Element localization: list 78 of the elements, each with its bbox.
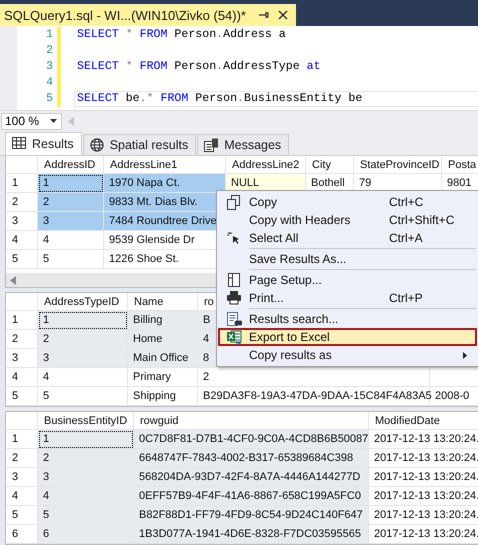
table-cell: Main Office (128, 349, 198, 368)
caret-icon (50, 119, 57, 123)
table-cell: 4 (38, 231, 104, 250)
table-cell: 5 (38, 250, 104, 269)
row-header: 5 (6, 250, 38, 269)
line-number: 1 (45, 27, 53, 43)
table-cell: 2017-12-13 13:20:24. (369, 468, 478, 487)
table-cell: 1B3D077A-1941-4D6E-8328-F7DC03595565 (134, 525, 369, 544)
line-number: 4 (45, 75, 53, 91)
menu-item[interactable]: Print... Ctrl+P (218, 289, 477, 307)
excel-icon (227, 330, 242, 344)
column-header[interactable]: AddressID (38, 156, 104, 174)
document-tab[interactable]: SQLQuery1.sql - WI...(WIN10\Zivko (54))* (0, 4, 296, 26)
table-cell: 4 (38, 368, 128, 387)
search-document-icon (227, 312, 242, 326)
results-tab[interactable]: Results (5, 132, 82, 155)
message-document-icon (204, 138, 218, 152)
row-header: 5 (6, 387, 38, 406)
table-cell: Primary (128, 368, 198, 387)
table-cell: 2 (198, 368, 430, 387)
menu-item[interactable]: Page Setup... (218, 271, 477, 289)
line-number: 5 (45, 91, 53, 107)
table-cell: 3 (38, 212, 104, 231)
table-cell: 1 (38, 430, 134, 449)
results-tab[interactable]: Messages (197, 134, 290, 155)
row-header: 4 (6, 231, 38, 250)
grid-icon (12, 137, 26, 151)
row-header: 4 (6, 368, 38, 387)
table-cell: 5 (38, 506, 134, 525)
table-cell: 3 (38, 349, 128, 368)
zoom-dropdown[interactable]: 100 % (1, 112, 62, 130)
printer-icon (227, 290, 242, 306)
table-cell: 2017-12-13 13:20:24. (369, 525, 478, 544)
table-cell: 1 (38, 311, 128, 330)
table-cell: B29DA3F8-19A3-47DA-9DAA-15C84F4A83A5 (198, 387, 430, 406)
column-header[interactable]: BusinessEntityID (38, 412, 134, 430)
table-cell: 0C7D8F81-D7B1-4CF0-9C0A-4CD8B6B50087 (134, 430, 369, 449)
table-cell: 3 (38, 468, 134, 487)
table-cell: 1970 Napa Ct. (104, 174, 226, 193)
column-header[interactable]: StateProvinceID (354, 156, 442, 174)
close-icon[interactable] (278, 10, 288, 20)
table-cell: B82F88D1-FF79-4FD9-8C54-9D24C140F647 (134, 506, 369, 525)
pin-icon[interactable] (259, 10, 269, 20)
line-number: 3 (45, 59, 53, 75)
table-cell: 2 (38, 193, 104, 212)
code-line: SELECT be.* FROM Person.BusinessEntity be (77, 92, 362, 105)
table-cell: 568204DA-93D7-42F4-8A7A-4446A144277D (134, 468, 369, 487)
column-header[interactable]: AddressLine2 (226, 156, 306, 174)
table-cell: 6648747F-7843-4002-B317-65389684C398 (134, 449, 369, 468)
line-number: 2 (45, 43, 53, 59)
table-cell: 0EFF57B9-4F4F-41A6-8867-658C199A5FC0 (134, 487, 369, 506)
table-cell: 4 (38, 487, 134, 506)
menu-item[interactable]: Export to Excel (218, 328, 477, 346)
column-header[interactable]: AddressLine1 (104, 156, 226, 174)
table-cell: 2 (38, 449, 134, 468)
column-header[interactable]: AddressTypeID (38, 293, 128, 311)
table-cell: 2 (38, 330, 128, 349)
table-cell: Home (128, 330, 198, 349)
column-header[interactable]: City (306, 156, 354, 174)
table-cell: 2017-12-13 13:20:24. (369, 430, 478, 449)
column-header[interactable]: Name (128, 293, 198, 311)
table-cell: 5 (38, 387, 128, 406)
code-line: SELECT * FROM Person.Address a (77, 28, 286, 41)
table-cell: Shipping (128, 387, 198, 406)
page-icon (227, 272, 242, 288)
table-cell: 1 (38, 174, 104, 193)
code-line: SELECT * FROM Person.AddressType at (77, 60, 321, 73)
table-cell: Billing (128, 311, 198, 330)
column-header[interactable]: rowguid (134, 412, 369, 430)
table-cell: 2017-12-13 13:20:24. (369, 506, 478, 525)
copy-icon (227, 194, 242, 210)
results-tab[interactable]: Spatial results (82, 134, 196, 155)
table-cell: 2008-0 (430, 387, 478, 406)
globe-icon (90, 138, 104, 152)
scroll-arrow-icon[interactable] (10, 276, 16, 284)
table-cell: 2017-12-13 13:20:24. (369, 487, 478, 506)
table-cell: 2017-12-13 13:20:24. (369, 449, 478, 468)
table-cell: 6 (38, 525, 134, 544)
